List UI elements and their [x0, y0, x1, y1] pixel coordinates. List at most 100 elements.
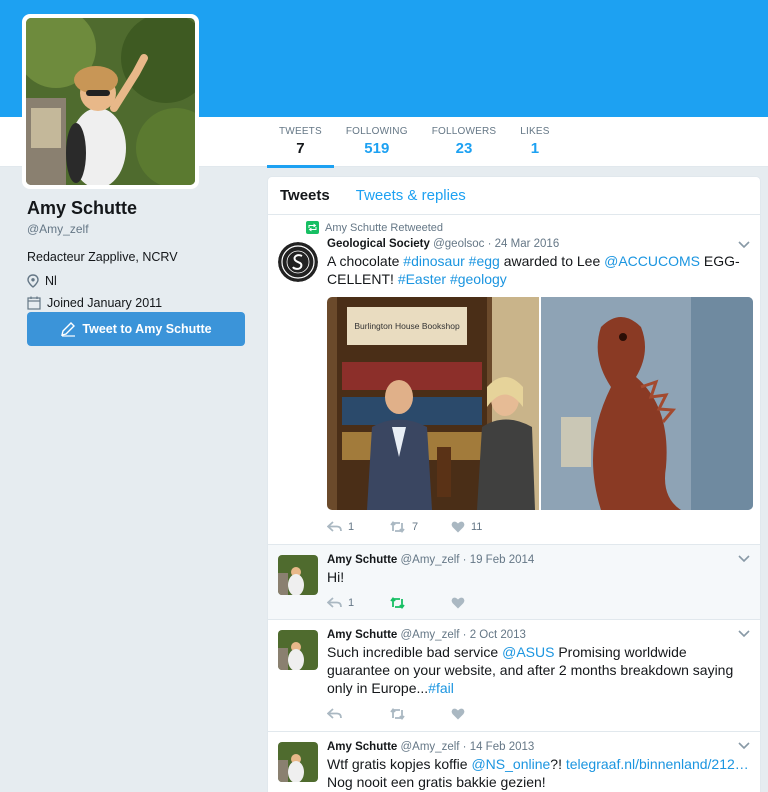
media-photo-chocolate-dinosaur[interactable]	[541, 297, 753, 510]
stat-likes[interactable]: LIKES 1	[508, 117, 561, 167]
retweet-context: Amy Schutte Retweeted	[306, 221, 443, 234]
tweet-header: Amy Schutte @Amy_zelf · 14 Feb 2013	[327, 732, 750, 753]
tweet-actions	[327, 704, 513, 724]
hashtag-link[interactable]: #geology	[450, 271, 507, 287]
tweet-author[interactable]: Amy Schutte	[327, 554, 397, 566]
retweeted-by-text: Amy Schutte Retweeted	[325, 221, 444, 234]
retweet-button[interactable]	[389, 597, 451, 609]
calendar-icon	[27, 296, 41, 310]
hashtag-link[interactable]: #fail	[428, 680, 454, 696]
retweet-badge-icon	[306, 221, 319, 234]
tweet-text: Hi!	[327, 569, 345, 585]
chevron-down-icon[interactable]	[738, 630, 750, 638]
tweet-avatar[interactable]	[278, 242, 318, 282]
tweet-actions: 1	[327, 593, 513, 613]
heart-icon	[451, 708, 465, 720]
stat-value: 519	[364, 140, 390, 157]
chevron-down-icon[interactable]	[738, 555, 750, 563]
profile-name[interactable]: Amy Schutte	[27, 198, 257, 219]
profile-stats: TWEETS 7 FOLLOWING 519 FOLLOWERS 23 LIKE…	[267, 117, 562, 168]
tab-tweets-replies[interactable]: Tweets & replies	[356, 187, 466, 204]
tweet-to-button[interactable]: Tweet to Amy Schutte	[27, 312, 245, 346]
like-button[interactable]: 11	[451, 521, 513, 533]
like-count: 11	[471, 521, 483, 533]
stat-value: 7	[296, 140, 305, 157]
heart-icon	[451, 521, 465, 533]
tweet-author[interactable]: Amy Schutte	[327, 629, 397, 641]
tweet-avatar[interactable]	[278, 555, 318, 595]
profile-joined: Joined January 2011	[27, 296, 257, 310]
text-segment: ?!	[550, 756, 566, 772]
reply-button[interactable]: 1	[327, 521, 389, 533]
retweet-count: 7	[412, 521, 419, 533]
text-segment: Wtf gratis kopjes koffie	[327, 756, 472, 772]
tweet-to-label: Tweet to Amy Schutte	[82, 322, 212, 336]
retweet-button[interactable]: 7	[389, 521, 451, 533]
tweet-date[interactable]: · 14 Feb 2013	[463, 741, 535, 753]
tweet-text: Such incredible bad service @ASUS Promis…	[327, 643, 750, 697]
stat-label: TWEETS	[279, 126, 322, 137]
stat-value: 23	[455, 140, 473, 157]
tweet-text: Wtf gratis kopjes koffie @NS_online?! te…	[327, 755, 750, 791]
retweet-button[interactable]	[389, 708, 451, 720]
mention-link[interactable]: @ASUS	[502, 644, 554, 660]
compose-quill-icon	[61, 322, 76, 337]
retweet-icon-active	[390, 597, 405, 609]
location-pin-icon	[27, 274, 39, 288]
stat-following[interactable]: FOLLOWING 519	[334, 117, 420, 167]
url-link[interactable]: telegraaf.nl/binnenland/212…	[566, 756, 749, 772]
text-segment: awarded to Lee	[499, 253, 605, 269]
profile-handle[interactable]: @Amy_zelf	[27, 222, 257, 236]
tweet-handle[interactable]: @Amy_zelf	[401, 554, 460, 566]
tweet-author[interactable]: Amy Schutte	[327, 741, 397, 753]
tweet-handle[interactable]: @geolsoc	[433, 238, 484, 250]
profile-avatar[interactable]	[22, 14, 199, 189]
reply-icon	[327, 597, 342, 608]
tweet-item[interactable]: Amy Schutte @Amy_zelf · 14 Feb 2013 Wtf …	[268, 732, 760, 792]
stat-followers[interactable]: FOLLOWERS 23	[420, 117, 509, 167]
tweet-date[interactable]: · 24 Mar 2016	[488, 238, 560, 250]
tweet-avatar[interactable]	[278, 630, 318, 670]
timeline: Tweets Tweets & replies Amy Schutte Retw…	[267, 176, 761, 792]
text-segment: A chocolate	[327, 253, 404, 269]
stat-tweets[interactable]: TWEETS 7	[267, 117, 334, 168]
profile-photo	[26, 18, 195, 185]
tweet-item[interactable]: Amy Schutte @Amy_zelf · 2 Oct 2013 Such …	[268, 620, 760, 732]
tweet-date[interactable]: · 2 Oct 2013	[463, 629, 526, 641]
tweet-actions: 1 7 11	[327, 517, 513, 537]
tweet-media[interactable]: Burlington House Bookshop	[327, 297, 753, 510]
tweet-item[interactable]: Amy Schutte Retweeted Geological Society…	[268, 215, 760, 545]
hashtag-link[interactable]: #Easter	[398, 271, 446, 287]
tweet-handle[interactable]: @Amy_zelf	[401, 741, 460, 753]
mention-link[interactable]: @ACCUCOMS	[604, 253, 700, 269]
tweet-header: Amy Schutte @Amy_zelf · 2 Oct 2013	[327, 620, 750, 641]
stat-label: FOLLOWING	[345, 126, 408, 137]
tweet-item[interactable]: Amy Schutte @Amy_zelf · 19 Feb 2014 Hi! …	[268, 545, 760, 620]
profile-location: Nl	[27, 274, 257, 288]
chevron-down-icon[interactable]	[738, 241, 750, 249]
hashtag-link[interactable]: #egg	[469, 253, 500, 269]
mention-link[interactable]: @NS_online	[471, 756, 550, 772]
reply-icon	[327, 708, 342, 719]
tweet-handle[interactable]: @Amy_zelf	[401, 629, 460, 641]
stat-label: FOLLOWERS	[431, 126, 497, 137]
tweet-avatar[interactable]	[278, 742, 318, 782]
heart-icon	[451, 597, 465, 609]
profile-bio: Redacteur Zapplive, NCRV	[27, 250, 178, 264]
joined-text: Joined January 2011	[47, 296, 163, 310]
tweet-author[interactable]: Geological Society	[327, 238, 430, 250]
reply-button[interactable]: 1	[327, 597, 389, 609]
like-button[interactable]	[451, 708, 513, 720]
reply-button[interactable]	[327, 708, 389, 720]
like-button[interactable]	[451, 597, 513, 609]
location-text: Nl	[45, 274, 57, 288]
hashtag-link[interactable]: #dinosaur	[403, 253, 465, 269]
retweet-icon	[390, 708, 405, 720]
tab-tweets[interactable]: Tweets	[280, 187, 330, 204]
tweet-date[interactable]: · 19 Feb 2014	[463, 554, 535, 566]
reply-count: 1	[348, 597, 355, 609]
media-photo-bookshop[interactable]: Burlington House Bookshop	[327, 297, 539, 510]
profile-card: Amy Schutte @Amy_zelf Redacteur Zapplive…	[27, 198, 257, 310]
chevron-down-icon[interactable]	[738, 742, 750, 750]
reply-count: 1	[348, 521, 355, 533]
